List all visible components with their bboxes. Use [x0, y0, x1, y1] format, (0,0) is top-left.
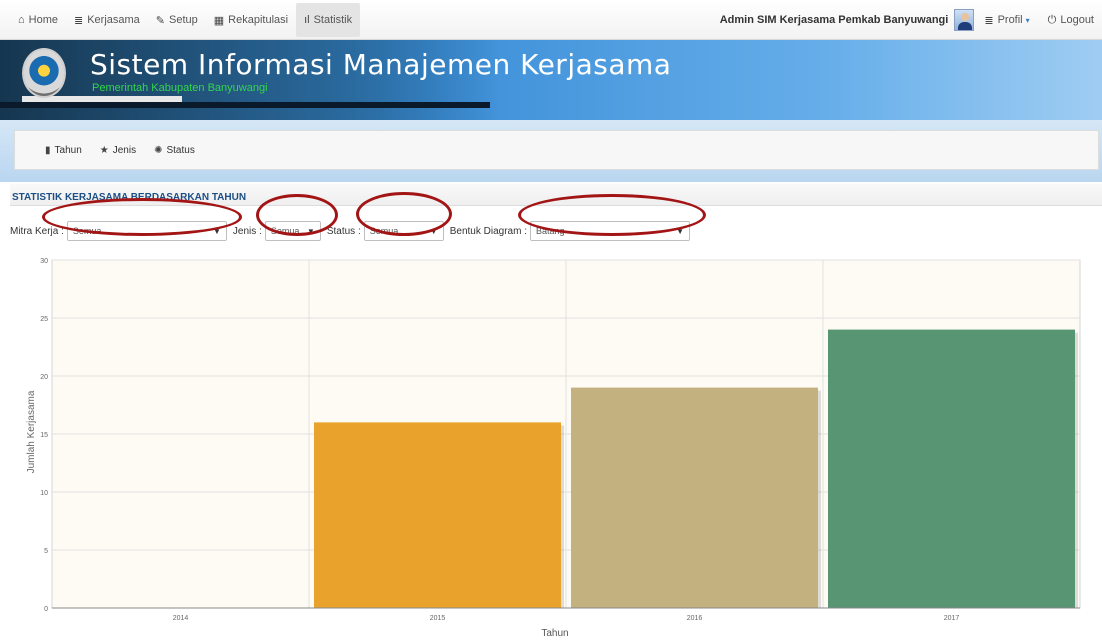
diagram-value: Batang	[535, 226, 565, 236]
status-label: Status :	[326, 225, 361, 237]
power-icon: ⏻	[1047, 13, 1057, 26]
diagram-select[interactable]: Batang ▼	[529, 221, 690, 241]
mitra-value: Semua	[72, 226, 102, 236]
caret-down-icon: ▼	[676, 226, 684, 236]
banner-title: Sistem Informasi Manajemen Kerjasama	[90, 48, 672, 81]
wrench-icon: ✎	[155, 14, 166, 27]
tab-label: Tahun	[54, 144, 82, 156]
nav-item-rekapitulasi[interactable]: ▦ Rekapitulasi	[206, 3, 296, 37]
profil-dropdown[interactable]: ≣ Profil ▾	[984, 14, 1029, 27]
mitra-select[interactable]: Semua ▼	[66, 221, 227, 241]
bar	[314, 422, 561, 608]
x-tick-label: 2014	[173, 615, 189, 622]
logo	[22, 48, 66, 98]
bar	[571, 387, 818, 608]
y-tick-label: 30	[40, 258, 48, 265]
logout-button[interactable]: ⏻ Logout	[1048, 14, 1094, 27]
tab-label: Status	[166, 144, 195, 156]
y-tick-label: 15	[40, 432, 48, 439]
x-axis-label: Tahun	[541, 628, 568, 639]
logout-label: Logout	[1060, 14, 1094, 26]
top-navbar: ⌂ Home ≣ Kerjasama ✎ Setup ▦ Rekapitulas…	[0, 0, 1102, 40]
nav-item-label: Statistik	[313, 14, 353, 26]
filter-bar: Mitra Kerja : Semua ▼ Jenis : Semua ▼ St…	[10, 220, 696, 242]
caret-down-icon: ▼	[429, 226, 438, 236]
jenis-value: Semua	[270, 226, 300, 236]
app-window: ⌂ Home ≣ Kerjasama ✎ Setup ▦ Rekapitulas…	[0, 0, 1102, 644]
y-axis-label: Jumlah Kerjasama	[26, 390, 37, 473]
banner-stripe	[0, 102, 490, 108]
admin-name: Admin SIM Kerjasama Pemkab Banyuwangi	[719, 14, 949, 26]
nav-item-label: Rekapitulasi	[228, 14, 289, 26]
status-select[interactable]: Semua ▼	[363, 221, 444, 241]
nav-item-label: Home	[28, 14, 58, 26]
panel-title: STATISTIK KERJASAMA BERDASARKAN TAHUN	[12, 192, 247, 203]
star-icon: ★	[99, 144, 109, 156]
caret-down-icon: ▾	[1025, 15, 1030, 25]
avatar[interactable]	[954, 9, 975, 31]
y-tick-label: 5	[44, 548, 48, 555]
user-menu: Admin SIM Kerjasama Pemkab Banyuwangi ≣ …	[720, 0, 1094, 40]
y-tick-label: 0	[44, 606, 48, 613]
x-tick-label: 2016	[687, 615, 703, 622]
caret-down-icon: ▼	[306, 226, 315, 236]
status-value: Semua	[369, 226, 399, 236]
nav-item-label: Kerjasama	[87, 14, 140, 26]
y-tick-label: 10	[40, 490, 48, 497]
nav-item-setup[interactable]: ✎ Setup	[148, 3, 206, 37]
tab-status[interactable]: ✺ Status	[154, 145, 195, 156]
x-tick-label: 2017	[944, 615, 960, 622]
table-icon: ▦	[213, 14, 225, 27]
y-tick-label: 20	[40, 374, 48, 381]
nav-item-home[interactable]: ⌂ Home	[10, 3, 66, 37]
bar	[828, 329, 1075, 608]
list-icon: ≣	[984, 14, 994, 27]
mitra-label: Mitra Kerja :	[10, 225, 64, 237]
bar-chart: Jumlah Kerjasama Tahun 0 5 10 15 20 25 30 2014 2…	[26, 258, 1081, 639]
tab-jenis[interactable]: ★ Jenis	[100, 145, 136, 156]
x-tick-label: 2015	[430, 615, 446, 622]
profil-label: Profil	[997, 14, 1023, 26]
caret-down-icon: ▼	[212, 226, 221, 236]
gear-icon: ✺	[154, 144, 163, 156]
tab-tahun[interactable]: ▮ Tahun	[45, 145, 82, 156]
main-menu: ⌂ Home ≣ Kerjasama ✎ Setup ▦ Rekapitulas…	[10, 0, 361, 40]
bar-chart-icon: ıl	[304, 14, 310, 26]
bookmark-icon: ▮	[45, 144, 51, 156]
jenis-label: Jenis :	[232, 225, 262, 237]
jenis-select[interactable]: Semua ▼	[264, 221, 321, 241]
nav-item-statistik[interactable]: ıl Statistik	[296, 3, 361, 37]
nav-item-kerjasama[interactable]: ≣ Kerjasama	[66, 3, 148, 37]
tab-label: Jenis	[112, 144, 137, 156]
banner-subtitle: Pemerintah Kabupaten Banyuwangi	[92, 82, 268, 94]
y-tick-label: 25	[40, 316, 48, 323]
nav-item-label: Setup	[169, 14, 198, 26]
diagram-label: Bentuk Diagram :	[449, 225, 527, 237]
header-banner: Sistem Informasi Manajemen Kerjasama Pem…	[0, 40, 1102, 120]
statistik-tabs: ▮ Tahun ★ Jenis ✺ Status	[14, 130, 1099, 170]
list-icon: ≣	[74, 14, 84, 27]
home-icon: ⌂	[18, 14, 25, 26]
